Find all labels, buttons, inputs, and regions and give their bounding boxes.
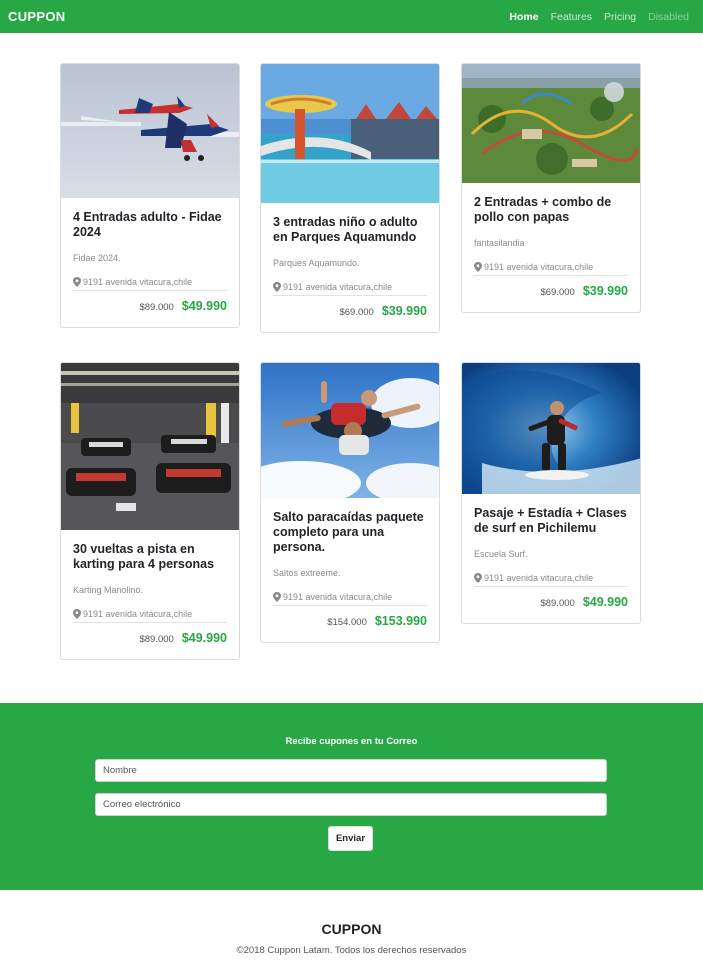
deal-new-price: $39.990 (582, 284, 628, 298)
deal-title[interactable]: 2 Entradas + combo de pollo con papas (474, 195, 628, 225)
deal-subtitle: Karting Manolino. (73, 585, 144, 595)
subscribe-title: Recibe cupones en tu Correo (285, 736, 418, 747)
deal-subtitle: Saltos extreeme. (273, 568, 341, 578)
deal-title[interactable]: Salto paracaídas paquete completo para u… (273, 510, 427, 555)
map-pin-icon (474, 262, 482, 272)
deal-image-surf[interactable] (462, 363, 640, 494)
deal-new-price: $49.990 (181, 299, 227, 313)
deal-subtitle: fantasilandia (474, 238, 525, 248)
name-input[interactable]: Nombre (95, 759, 607, 782)
deal-old-price: $89.000 (540, 598, 575, 609)
submit-button[interactable]: Enviar (328, 826, 373, 851)
footer-brand: CUPPON (321, 921, 382, 937)
map-pin-icon (73, 609, 81, 619)
nav-links: Home Features Pricing Disabled (503, 11, 695, 23)
email-input-placeholder: Correo electrónico (103, 799, 181, 810)
deal-location: 9191 avenida vitacura,chile (273, 592, 427, 606)
email-input[interactable]: Correo electrónico (95, 793, 607, 816)
deal-card[interactable]: 30 vueltas a pista en karting para 4 per… (60, 362, 240, 660)
deal-subtitle: Fidae 2024. (73, 253, 121, 263)
deal-old-price: $154.000 (327, 617, 367, 628)
deal-card[interactable]: Pasaje + Estadía + Clases de surf en Pic… (461, 362, 641, 624)
deal-image-water-park[interactable] (261, 64, 439, 203)
deal-title[interactable]: 3 entradas niño o adulto en Parques Aqua… (273, 215, 427, 245)
deal-title[interactable]: 4 Entradas adulto - Fidae 2024 (73, 210, 227, 240)
deal-location-text: 9191 avenida vitacura,chile (83, 609, 193, 619)
deal-old-price: $69.000 (339, 307, 374, 318)
deal-new-price: $49.990 (582, 595, 628, 609)
deal-new-price: $39.990 (381, 304, 427, 318)
deal-location: 9191 avenida vitacura,chile (73, 609, 227, 623)
deal-card[interactable]: Salto paracaídas paquete completo para u… (260, 362, 440, 643)
deal-image-amusement-park[interactable] (462, 64, 640, 183)
deal-old-price: $89.000 (139, 634, 174, 645)
deal-price: $154.000 $153.990 (273, 614, 427, 642)
subscribe-section: Recibe cupones en tu Correo Nombre Corre… (0, 703, 703, 890)
nav-link-disabled: Disabled (648, 10, 689, 23)
deal-price: $89.000 $49.990 (73, 631, 227, 659)
nav-link-home[interactable]: Home (503, 11, 544, 23)
map-pin-icon (273, 592, 281, 602)
nav-link-pricing[interactable]: Pricing (598, 11, 642, 23)
deal-image-skydiving[interactable] (261, 363, 439, 498)
deal-location: 9191 avenida vitacura,chile (474, 262, 628, 276)
deal-new-price: $153.990 (374, 614, 427, 628)
deal-location: 9191 avenida vitacura,chile (73, 277, 227, 291)
deal-location: 9191 avenida vitacura,chile (474, 573, 628, 587)
deal-title[interactable]: Pasaje + Estadía + Clases de surf en Pic… (474, 506, 628, 536)
map-pin-icon (474, 573, 482, 583)
deal-location-text: 9191 avenida vitacura,chile (283, 282, 393, 292)
deal-location-text: 9191 avenida vitacura,chile (484, 573, 594, 583)
map-pin-icon (273, 282, 281, 292)
deal-image-go-karts[interactable] (61, 363, 239, 530)
deal-subtitle: Escuela Surf. (474, 549, 528, 559)
deal-card[interactable]: 2 Entradas + combo de pollo con papas fa… (461, 63, 641, 313)
name-input-placeholder: Nombre (103, 765, 137, 776)
nav-link-features[interactable]: Features (545, 11, 598, 23)
deal-price: $69.000 $39.990 (474, 284, 628, 312)
deal-location-text: 9191 avenida vitacura,chile (484, 262, 594, 272)
deal-old-price: $69.000 (540, 287, 575, 298)
deal-card[interactable]: 3 entradas niño o adulto en Parques Aqua… (260, 63, 440, 333)
deal-image-airshow[interactable] (61, 64, 239, 198)
deal-price: $89.000 $49.990 (474, 595, 628, 623)
map-pin-icon (73, 277, 81, 287)
deal-subtitle: Parques Aquamundo. (273, 258, 360, 268)
deal-title[interactable]: 30 vueltas a pista en karting para 4 per… (73, 542, 227, 572)
deal-new-price: $49.990 (181, 631, 227, 645)
deal-location-text: 9191 avenida vitacura,chile (83, 277, 193, 287)
deal-location: 9191 avenida vitacura,chile (273, 282, 427, 296)
deal-price: $89.000 $49.990 (73, 299, 227, 327)
deal-price: $69.000 $39.990 (273, 304, 427, 332)
deal-card[interactable]: 4 Entradas adulto - Fidae 2024 Fidae 202… (60, 63, 240, 328)
deal-old-price: $89.000 (139, 302, 174, 313)
brand-logo[interactable]: CUPPON (8, 9, 65, 24)
deal-location-text: 9191 avenida vitacura,chile (283, 592, 393, 602)
navbar: CUPPON Home Features Pricing Disabled (0, 0, 703, 33)
footer-copyright: ©2018 Cuppon Latam. Todos los derechos r… (236, 945, 467, 956)
